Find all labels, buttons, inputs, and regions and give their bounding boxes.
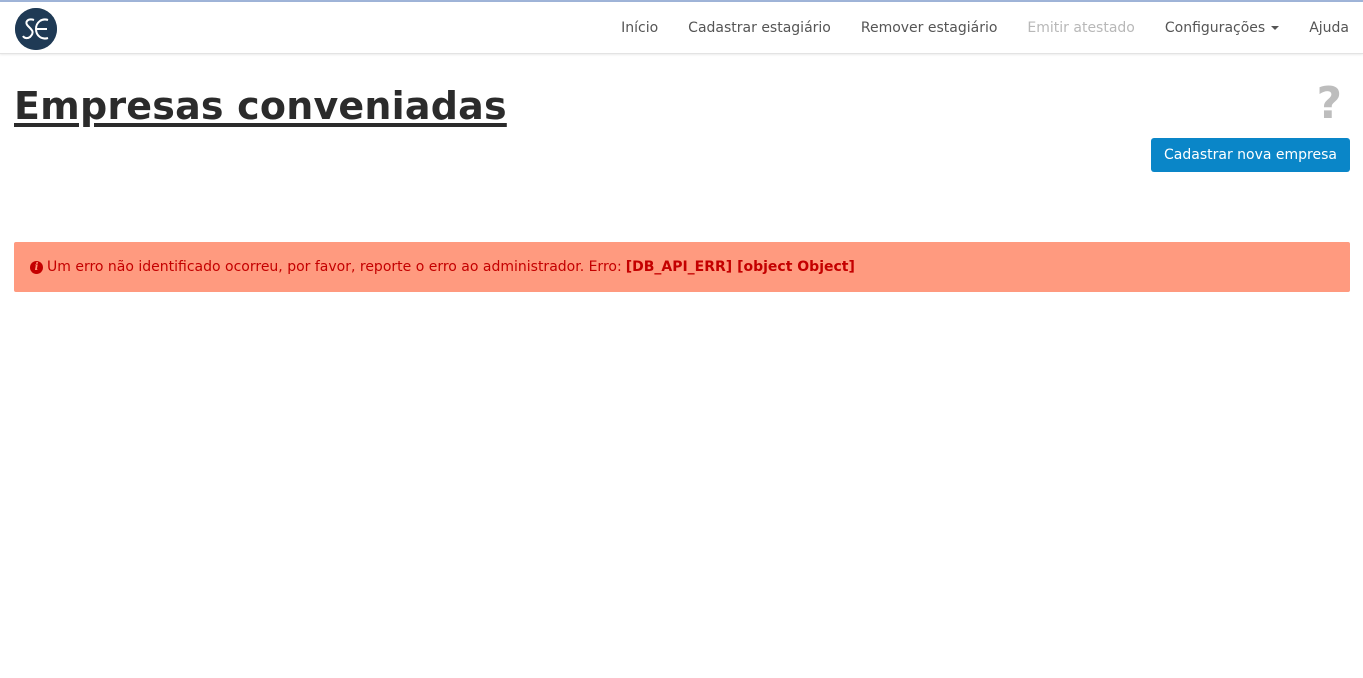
- help-icon[interactable]: ?: [1316, 78, 1342, 129]
- add-company-button[interactable]: Cadastrar nova empresa: [1151, 138, 1350, 172]
- nav-cadastrar-estagiario[interactable]: Cadastrar estagiário: [673, 20, 846, 36]
- nav-inicio[interactable]: Início: [606, 20, 673, 36]
- error-alert: i Um erro não identificado ocorreu, por …: [14, 242, 1350, 292]
- main-nav: Início Cadastrar estagiário Remover esta…: [606, 2, 1363, 54]
- se-logo-icon: [15, 8, 57, 50]
- nav-configuracoes-dropdown[interactable]: Configurações: [1150, 20, 1294, 36]
- alert-error-code: [DB_API_ERR] [object Object]: [625, 259, 855, 275]
- nav-emitir-atestado: Emitir atestado: [1027, 20, 1135, 36]
- navbar: Início Cadastrar estagiário Remover esta…: [0, 2, 1363, 54]
- alert-message: Um erro não identificado ocorreu, por fa…: [47, 259, 622, 275]
- nav-configuracoes-label: Configurações: [1164, 20, 1266, 36]
- info-icon: i: [30, 260, 43, 274]
- brand-logo[interactable]: [15, 8, 57, 50]
- nav-remover-estagiario[interactable]: Remover estagiário: [846, 20, 1013, 36]
- nav-ajuda[interactable]: Ajuda: [1294, 20, 1363, 36]
- caret-down-icon: [1271, 26, 1280, 30]
- page-title: Empresas conveniadas: [14, 84, 507, 128]
